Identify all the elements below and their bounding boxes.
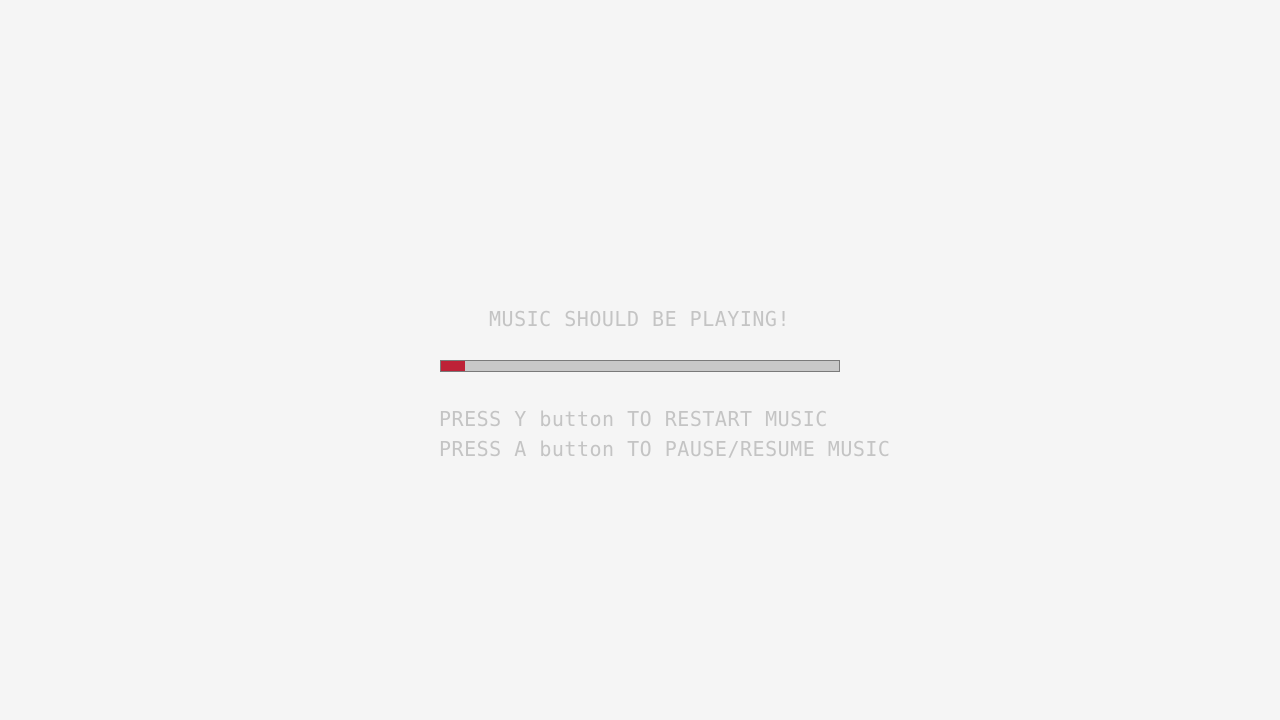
restart-hint: PRESS Y button TO RESTART MUSIC: [439, 407, 828, 431]
music-progress-fill: [441, 361, 465, 371]
status-text: MUSIC SHOULD BE PLAYING!: [489, 307, 790, 331]
music-progress-bar: [440, 360, 840, 372]
game-screen: MUSIC SHOULD BE PLAYING! PRESS Y button …: [0, 0, 1280, 720]
pause-resume-hint: PRESS A button TO PAUSE/RESUME MUSIC: [439, 437, 891, 461]
